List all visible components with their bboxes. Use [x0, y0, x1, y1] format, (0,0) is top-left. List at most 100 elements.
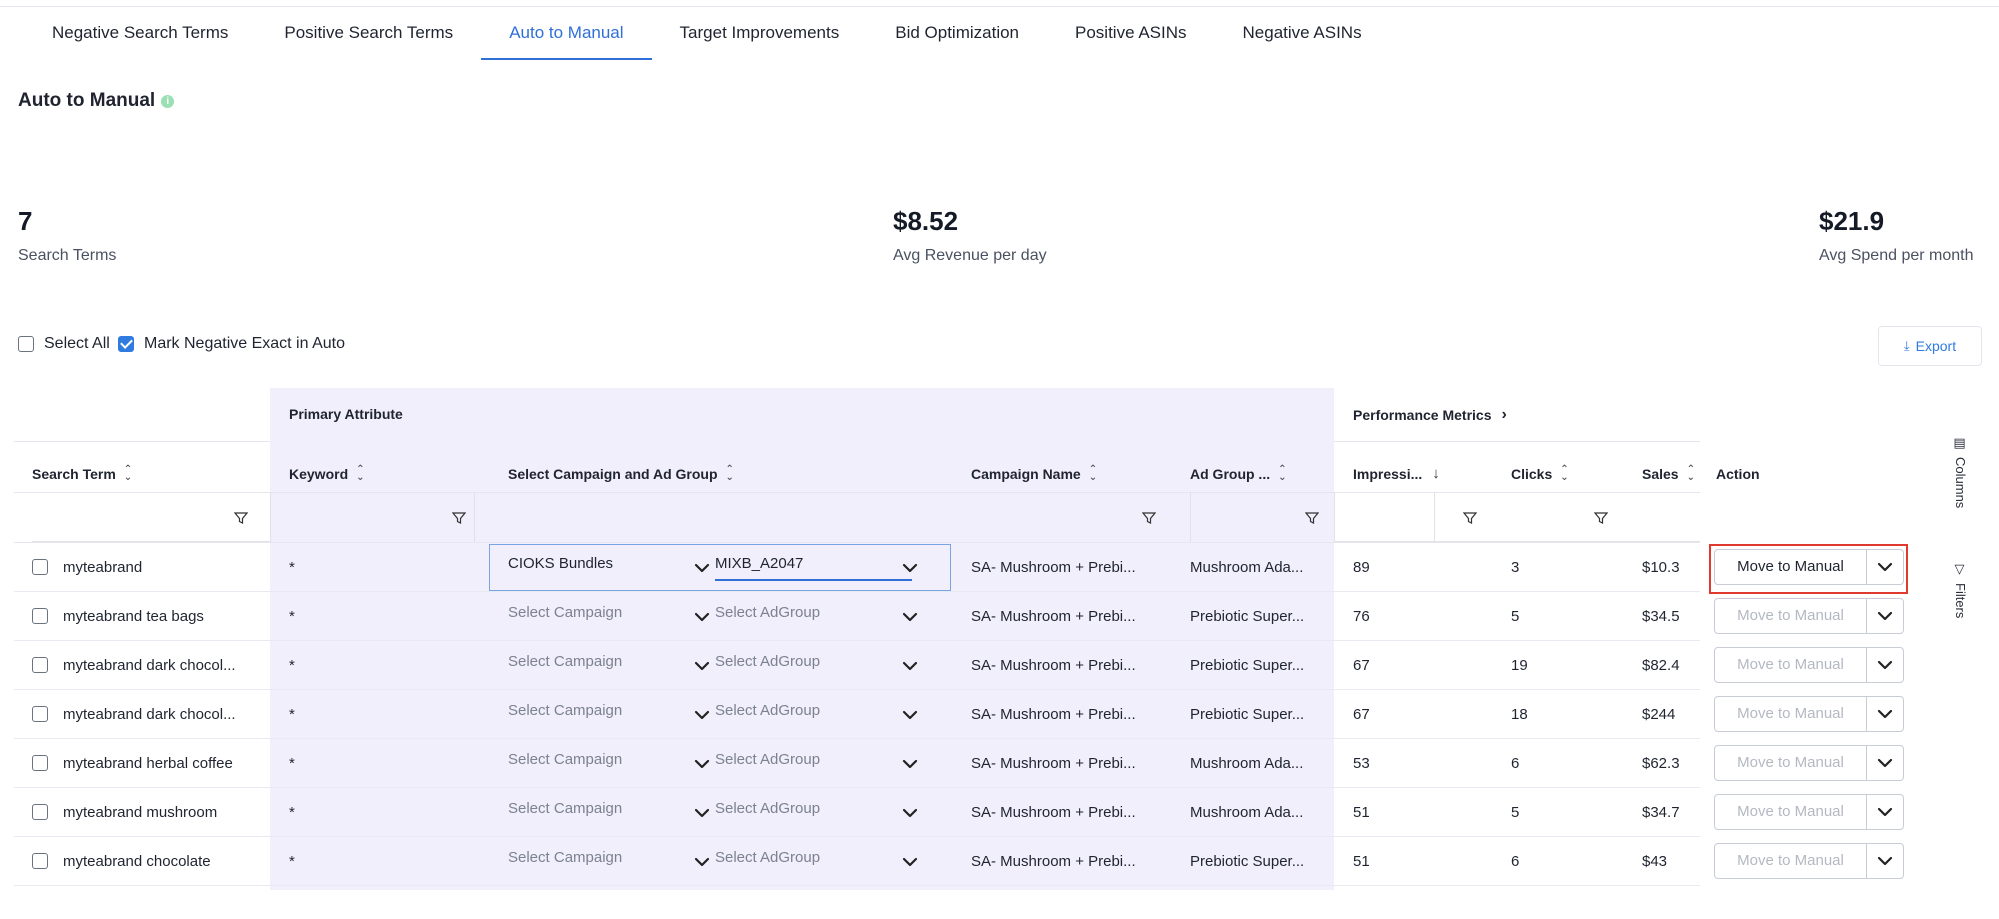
tab-bid-optimization[interactable]: Bid Optimization	[867, 8, 1047, 60]
chevron-down-icon[interactable]	[902, 661, 918, 671]
search-term-cell: myteabrand dark chocol...	[63, 706, 236, 723]
move-to-manual-split-button[interactable]: Move to Manual	[1714, 647, 1904, 683]
filter-icon[interactable]	[1594, 511, 1608, 525]
filter-icon[interactable]	[1463, 511, 1477, 525]
chevron-down-icon[interactable]	[694, 563, 710, 573]
columns-panel-toggle[interactable]: ▤ Columns	[1953, 436, 1968, 508]
columns-label: Columns	[1953, 457, 1968, 509]
keyword-cell: *	[289, 657, 295, 674]
action-dropdown[interactable]	[1867, 599, 1903, 633]
select-campaign-dropdown[interactable]: Select Campaign	[508, 701, 622, 721]
tab-auto-to-manual[interactable]: Auto to Manual	[481, 8, 652, 60]
filter-icon[interactable]	[1142, 511, 1156, 525]
col-select-campaign[interactable]: Select Campaign and Ad Group	[508, 456, 734, 492]
page-title: Auto to Manual i	[18, 90, 175, 112]
table-row: myteabrand chocolate * Select Campaign Sele…	[14, 837, 1904, 886]
action-dropdown[interactable]	[1867, 648, 1903, 682]
tab-positive-asins[interactable]: Positive ASINs	[1047, 8, 1215, 60]
chevron-down-icon[interactable]	[902, 857, 918, 867]
impressions-cell: 53	[1353, 755, 1370, 772]
chevron-down-icon[interactable]	[694, 710, 710, 720]
export-button[interactable]: ⤓ Export	[1878, 326, 1982, 366]
move-to-manual-button[interactable]: Move to Manual	[1715, 648, 1867, 682]
filter-metrics[interactable]	[1334, 492, 1700, 542]
move-to-manual-button[interactable]: Move to Manual	[1715, 697, 1867, 731]
row-checkbox[interactable]	[32, 608, 48, 624]
col-sales[interactable]: Sales	[1642, 456, 1695, 492]
move-to-manual-button[interactable]: Move to Manual	[1715, 746, 1867, 780]
group-performance-metrics[interactable]: Performance Metrics ›	[1353, 406, 1507, 424]
move-to-manual-button[interactable]: Move to Manual	[1715, 599, 1867, 633]
tab-negative-asins[interactable]: Negative ASINs	[1215, 8, 1390, 60]
chevron-down-icon	[1877, 807, 1893, 817]
chevron-down-icon[interactable]	[694, 808, 710, 818]
filter-icon[interactable]	[452, 511, 466, 525]
filter-icon[interactable]	[234, 511, 248, 525]
tab-positive-search-terms[interactable]: Positive Search Terms	[256, 8, 481, 60]
select-adgroup-dropdown[interactable]: Select AdGroup	[715, 652, 820, 672]
select-all-checkbox[interactable]	[18, 336, 34, 352]
select-adgroup-dropdown[interactable]: Select AdGroup	[715, 799, 820, 819]
select-campaign-dropdown[interactable]: Select Campaign	[508, 750, 622, 770]
keyword-cell: *	[289, 755, 295, 772]
select-adgroup-dropdown[interactable]: MIXB_A2047	[715, 554, 803, 574]
action-dropdown[interactable]	[1867, 746, 1903, 780]
filter-icon[interactable]	[1305, 511, 1319, 525]
select-campaign-dropdown[interactable]: Select Campaign	[508, 848, 622, 868]
select-adgroup-dropdown[interactable]: Select AdGroup	[715, 750, 820, 770]
action-dropdown[interactable]	[1867, 795, 1903, 829]
move-to-manual-split-button[interactable]: Move to Manual	[1714, 598, 1904, 634]
row-checkbox[interactable]	[32, 706, 48, 722]
action-dropdown[interactable]	[1867, 697, 1903, 731]
move-to-manual-button[interactable]: Move to Manual	[1715, 844, 1867, 878]
col-ad-group[interactable]: Ad Group ...	[1190, 456, 1286, 492]
mark-negative-checkbox[interactable]	[118, 336, 134, 352]
col-impressions[interactable]: Impressi... ↓	[1353, 456, 1440, 492]
tab-negative-search-terms[interactable]: Negative Search Terms	[24, 8, 256, 60]
move-to-manual-split-button[interactable]: Move to Manual	[1714, 696, 1904, 732]
action-dropdown[interactable]	[1867, 844, 1903, 878]
select-campaign-dropdown[interactable]: Select Campaign	[508, 799, 622, 819]
chevron-down-icon[interactable]	[694, 661, 710, 671]
select-all-option[interactable]: Select All	[18, 335, 110, 353]
row-checkbox[interactable]	[32, 755, 48, 771]
chevron-down-icon[interactable]	[902, 612, 918, 622]
select-campaign-dropdown[interactable]: Select Campaign	[508, 603, 622, 623]
select-adgroup-dropdown[interactable]: Select AdGroup	[715, 848, 820, 868]
move-to-manual-button[interactable]: Move to Manual	[1715, 795, 1867, 829]
row-checkbox[interactable]	[32, 657, 48, 673]
ad-group-cell: Prebiotic Super...	[1190, 853, 1305, 870]
chevron-down-icon[interactable]	[902, 710, 918, 720]
move-to-manual-split-button[interactable]: Move to Manual	[1714, 745, 1904, 781]
chevron-down-icon[interactable]	[694, 612, 710, 622]
sort-icon	[1278, 466, 1286, 482]
chevron-down-icon[interactable]	[694, 759, 710, 769]
col-campaign-name[interactable]: Campaign Name	[971, 456, 1097, 492]
chevron-down-icon[interactable]	[902, 808, 918, 818]
move-to-manual-split-button[interactable]: Move to Manual	[1714, 794, 1904, 830]
chevron-down-icon[interactable]	[902, 759, 918, 769]
info-icon[interactable]: i	[161, 94, 175, 108]
mark-negative-option[interactable]: Mark Negative Exact in Auto	[118, 335, 345, 353]
chevron-down-icon[interactable]	[694, 857, 710, 867]
row-checkbox[interactable]	[32, 804, 48, 820]
col-keyword[interactable]: Keyword	[289, 456, 364, 492]
filters-panel-toggle[interactable]: ▽ Filters	[1953, 562, 1968, 618]
col-clicks[interactable]: Clicks	[1511, 456, 1568, 492]
select-campaign-dropdown[interactable]: CIOKS Bundles	[508, 554, 613, 574]
highlight-box	[1709, 544, 1908, 594]
page-title-text: Auto to Manual	[18, 90, 156, 111]
metric-value: 7	[18, 206, 33, 236]
select-adgroup-dropdown[interactable]: Select AdGroup	[715, 701, 820, 721]
chevron-down-icon[interactable]	[902, 563, 918, 573]
sales-cell: $82.4	[1642, 657, 1680, 674]
metric-avg-revenue: $8.52 Avg Revenue per day	[893, 206, 1047, 265]
select-campaign-dropdown[interactable]: Select Campaign	[508, 652, 622, 672]
group-primary-attribute: Primary Attribute	[289, 406, 403, 422]
col-search-term[interactable]: Search Term	[32, 456, 132, 492]
row-checkbox[interactable]	[32, 853, 48, 869]
select-adgroup-dropdown[interactable]: Select AdGroup	[715, 603, 820, 623]
tab-target-improvements[interactable]: Target Improvements	[652, 8, 868, 60]
move-to-manual-split-button[interactable]: Move to Manual	[1714, 843, 1904, 879]
row-checkbox[interactable]	[32, 559, 48, 575]
